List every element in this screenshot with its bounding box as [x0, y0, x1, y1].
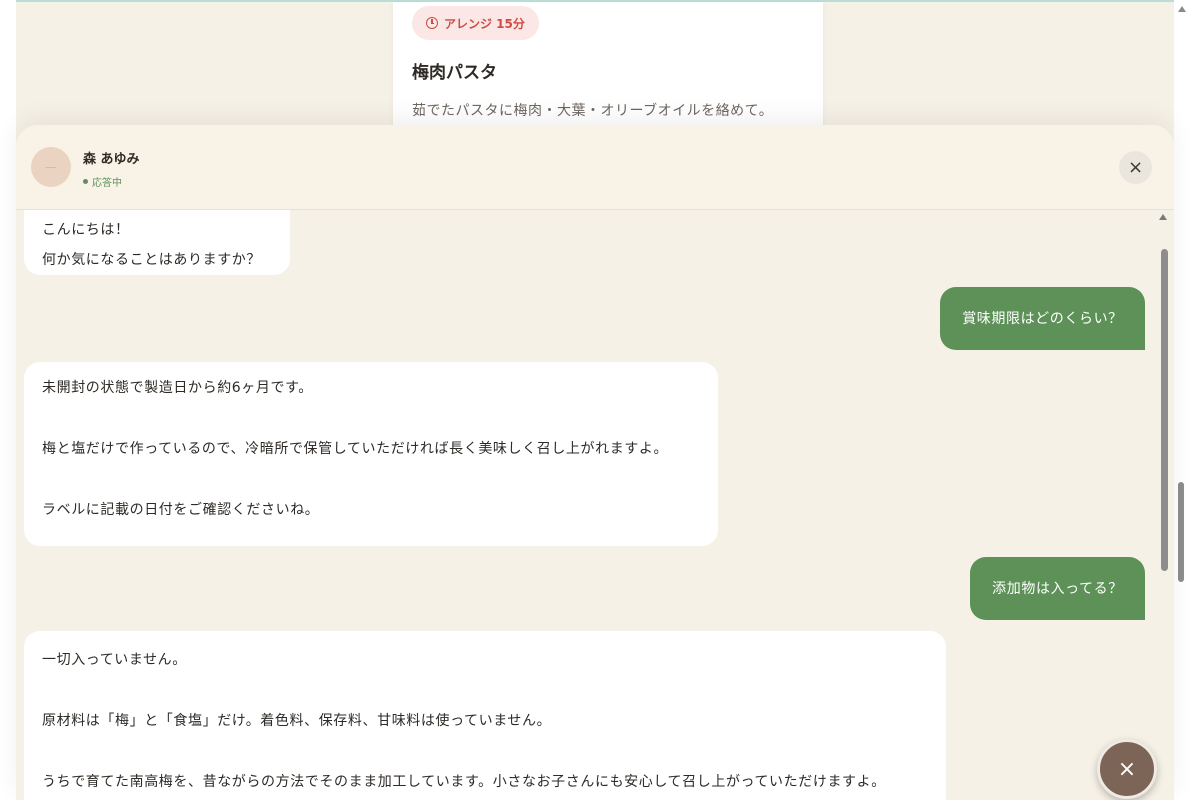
message-line: こんにちは！ — [42, 222, 130, 238]
message-paragraph: うちで育てた南高梅を、昔ながらの方法でそのまま加工しています。小さなお子さんにも… — [42, 774, 886, 790]
agent-message: 未開封の状態で製造日から約6ヶ月です。 梅と塩だけで作っているので、冷暗所で保管… — [24, 362, 718, 546]
message-paragraph: 梅と塩だけで作っているので、冷暗所で保管していただければ長く美味しく召し上がれま… — [42, 441, 669, 457]
agent-message: こんにちは！ 何か気になることはありますか？ — [24, 210, 290, 275]
page-scrollbar-thumb[interactable] — [1178, 482, 1184, 582]
message-line: 何か気になることはありますか？ — [42, 252, 261, 268]
message-paragraph: 原材料は「梅」と「食塩」だけ。着色料、保存料、甘味料は使っていません。 — [42, 713, 552, 729]
agent-status: 応答中 — [83, 174, 122, 189]
user-message: 賞味期限はどのくらい？ — [940, 287, 1145, 350]
message-paragraph: 未開封の状態で製造日から約6ヶ月です。 — [42, 380, 313, 396]
agent-message: 一切入っていません。 原材料は「梅」と「食塩」だけ。着色料、保存料、甘味料は使っ… — [24, 631, 946, 800]
user-message: 添加物は入ってる？ — [970, 557, 1145, 620]
message-text: 賞味期限はどのくらい？ — [962, 310, 1123, 327]
message-paragraph: ラベルに記載の日付をご確認くださいね。 — [42, 502, 320, 518]
chat-panel: — 森 あゆみ 応答中 × こんにちは！ 何か気になることはありますか？ 賞味期… — [16, 125, 1174, 800]
clock-icon — [426, 17, 438, 29]
chat-header: — 森 あゆみ 応答中 × — [16, 125, 1174, 210]
scroll-up-arrow-icon[interactable] — [1159, 214, 1167, 220]
close-icon: × — [1117, 756, 1137, 782]
agent-status-label: 応答中 — [92, 178, 122, 189]
chat-toggle-close-button[interactable]: × — [1097, 739, 1157, 799]
recipe-badge-label: アレンジ 15分 — [444, 16, 525, 31]
close-icon: × — [1127, 157, 1144, 178]
recipe-title: 梅肉パスタ — [412, 63, 497, 83]
status-dot-icon — [83, 179, 88, 184]
chat-scrollbar-thumb[interactable] — [1161, 249, 1168, 571]
chat-scrollbar[interactable] — [1156, 210, 1174, 800]
message-text: 添加物は入ってる？ — [992, 580, 1123, 597]
message-paragraph: 一切入っていません。 — [42, 652, 187, 668]
avatar: — — [31, 147, 71, 187]
agent-name: 森 あゆみ — [83, 152, 140, 167]
recipe-description: 茹でたパスタに梅肉・大葉・オリーブオイルを絡めて。 — [412, 103, 774, 119]
close-chat-button[interactable]: × — [1119, 151, 1152, 184]
scroll-up-arrow-icon[interactable] — [1178, 6, 1186, 12]
recipe-card[interactable]: アレンジ 15分 梅肉パスタ 茹でたパスタに梅肉・大葉・オリーブオイルを絡めて。 — [393, 2, 823, 142]
chat-messages[interactable]: こんにちは！ 何か気になることはありますか？ 賞味期限はどのくらい？ 未開封の状… — [16, 210, 1174, 800]
recipe-time-badge: アレンジ 15分 — [412, 6, 539, 40]
page-scrollbar[interactable] — [1174, 0, 1200, 800]
